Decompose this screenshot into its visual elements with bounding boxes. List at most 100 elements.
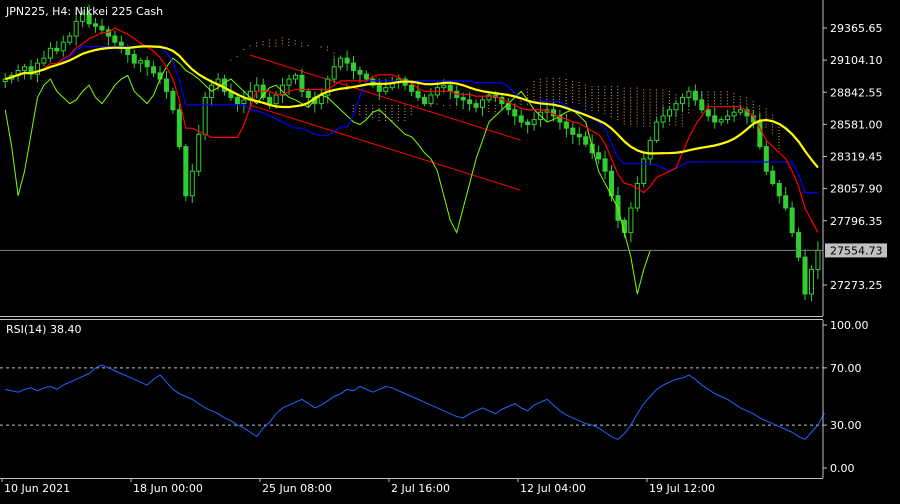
time-ticks: 10 Jun 2021 18 Jun 00:00 25 Jun 08:00 2 Jul… [1, 478, 715, 495]
candle-body [305, 90, 311, 98]
candle-body [692, 90, 698, 101]
candle-body [286, 78, 292, 86]
candle-body [796, 232, 802, 258]
candle-body [189, 170, 195, 197]
candle-body [22, 66, 28, 71]
candle-body [467, 99, 473, 105]
candle-body [292, 74, 299, 80]
candle-body [570, 127, 576, 135]
candle-body [338, 57, 344, 68]
price-tick-label: 28319.45 [830, 151, 883, 164]
price-panel: JPN225, H4: Nikkei 225 Cash [0, 0, 823, 316]
candle-body [144, 60, 150, 68]
candle-body [563, 121, 569, 129]
time-tick-label: 10 Jun 2021 [4, 482, 70, 495]
candle-body [596, 152, 602, 160]
price-axis: 29365.65 29104.10 28842.55 28581.00 28319.45… [822, 0, 887, 316]
candle-body [376, 84, 382, 92]
candle-body [763, 146, 769, 172]
candle-body [808, 268, 815, 295]
candle-body [602, 158, 608, 172]
candle-body [60, 41, 66, 52]
candle-body [660, 115, 666, 123]
candle-body [176, 109, 182, 148]
candle-body [686, 90, 692, 98]
candle-body [802, 256, 808, 295]
candle-body [712, 115, 718, 123]
candle-body [170, 90, 176, 111]
candle-body [254, 84, 260, 92]
candle-body [47, 47, 53, 59]
candle-body [131, 53, 137, 64]
candle-body [518, 115, 524, 123]
candle-body [351, 62, 357, 71]
candle-body [576, 133, 582, 138]
price-tick-label: 28842.55 [830, 86, 883, 99]
candle-body [41, 57, 47, 64]
candle-body [234, 96, 240, 105]
candle-body [770, 170, 776, 184]
rsi-label: RSI(14) 38.40 [6, 323, 81, 336]
candle-body [151, 66, 157, 74]
candle-body [357, 69, 363, 75]
candle-body [67, 35, 73, 43]
price-tick-label: 29104.10 [830, 54, 883, 67]
chart-window: JPN225, H4: Nikkei 225 Cash 29365.65 2910… [0, 0, 900, 500]
candle-body [731, 111, 737, 117]
rsi-line [5, 364, 825, 441]
chart-canvas: JPN225, H4: Nikkei 225 Cash 29365.65 2910… [0, 0, 887, 495]
candle-body [512, 109, 518, 117]
candle-body [789, 207, 795, 234]
rsi-panel: RSI(14) 38.40 100.00 70.00 30.00 0.00 [0, 319, 869, 478]
candle-body [331, 66, 337, 80]
candle-body [718, 119, 724, 123]
candle-body [738, 109, 744, 113]
candle-body [273, 94, 279, 105]
candle-body [138, 60, 144, 64]
candle-body [241, 99, 247, 105]
candle-body [93, 23, 99, 27]
time-axis: 10 Jun 2021 18 Jun 00:00 25 Jun 08:00 2 Jul… [0, 478, 823, 495]
time-tick-label: 12 Jul 04:00 [520, 482, 586, 495]
candle-body [647, 139, 653, 160]
current-price-badge: 27554.73 [825, 243, 887, 258]
candle-body [531, 119, 537, 125]
rsi-tick-label: 100.00 [830, 319, 869, 332]
candle-body [705, 109, 711, 117]
candle-body [54, 47, 60, 52]
time-tick-label: 19 Jul 12:00 [649, 482, 715, 495]
price-tick-label: 27796.35 [830, 215, 883, 228]
price-tick-label: 27273.25 [830, 279, 883, 292]
candle-body [525, 121, 531, 125]
candle-body [196, 133, 202, 172]
candle-body [383, 87, 389, 92]
candle-body [783, 195, 789, 209]
rsi-tick-label: 30.00 [830, 419, 862, 432]
candle-body [267, 96, 273, 105]
candle-body [441, 84, 447, 89]
candle-body [815, 249, 821, 270]
candle-body [447, 84, 453, 92]
candle-body [673, 103, 679, 111]
price-tick-label: 28581.00 [830, 118, 883, 131]
candle-body [183, 146, 189, 197]
candle-body [667, 109, 673, 117]
candle-body [163, 78, 169, 92]
time-tick-label: 2 Jul 16:00 [391, 482, 450, 495]
candle-body [125, 47, 131, 55]
time-tick-label: 25 Jun 08:00 [262, 482, 332, 495]
candle-body [725, 115, 731, 121]
time-tick-label: 18 Jun 00:00 [133, 482, 203, 495]
price-tick-label: 28057.90 [830, 183, 883, 196]
rsi-tick-label: 0.00 [830, 462, 855, 475]
candle-body [473, 103, 479, 108]
rsi-ticks: 100.00 70.00 30.00 0.00 [823, 319, 869, 475]
candle-body [628, 207, 634, 234]
current-price-label: 27554.73 [830, 244, 883, 257]
candle-body [428, 94, 434, 105]
candle-body [99, 25, 105, 31]
candle-body [654, 121, 660, 141]
candle-body [363, 73, 369, 80]
rsi-tick-label: 70.00 [830, 362, 862, 375]
candle-body [480, 99, 486, 108]
